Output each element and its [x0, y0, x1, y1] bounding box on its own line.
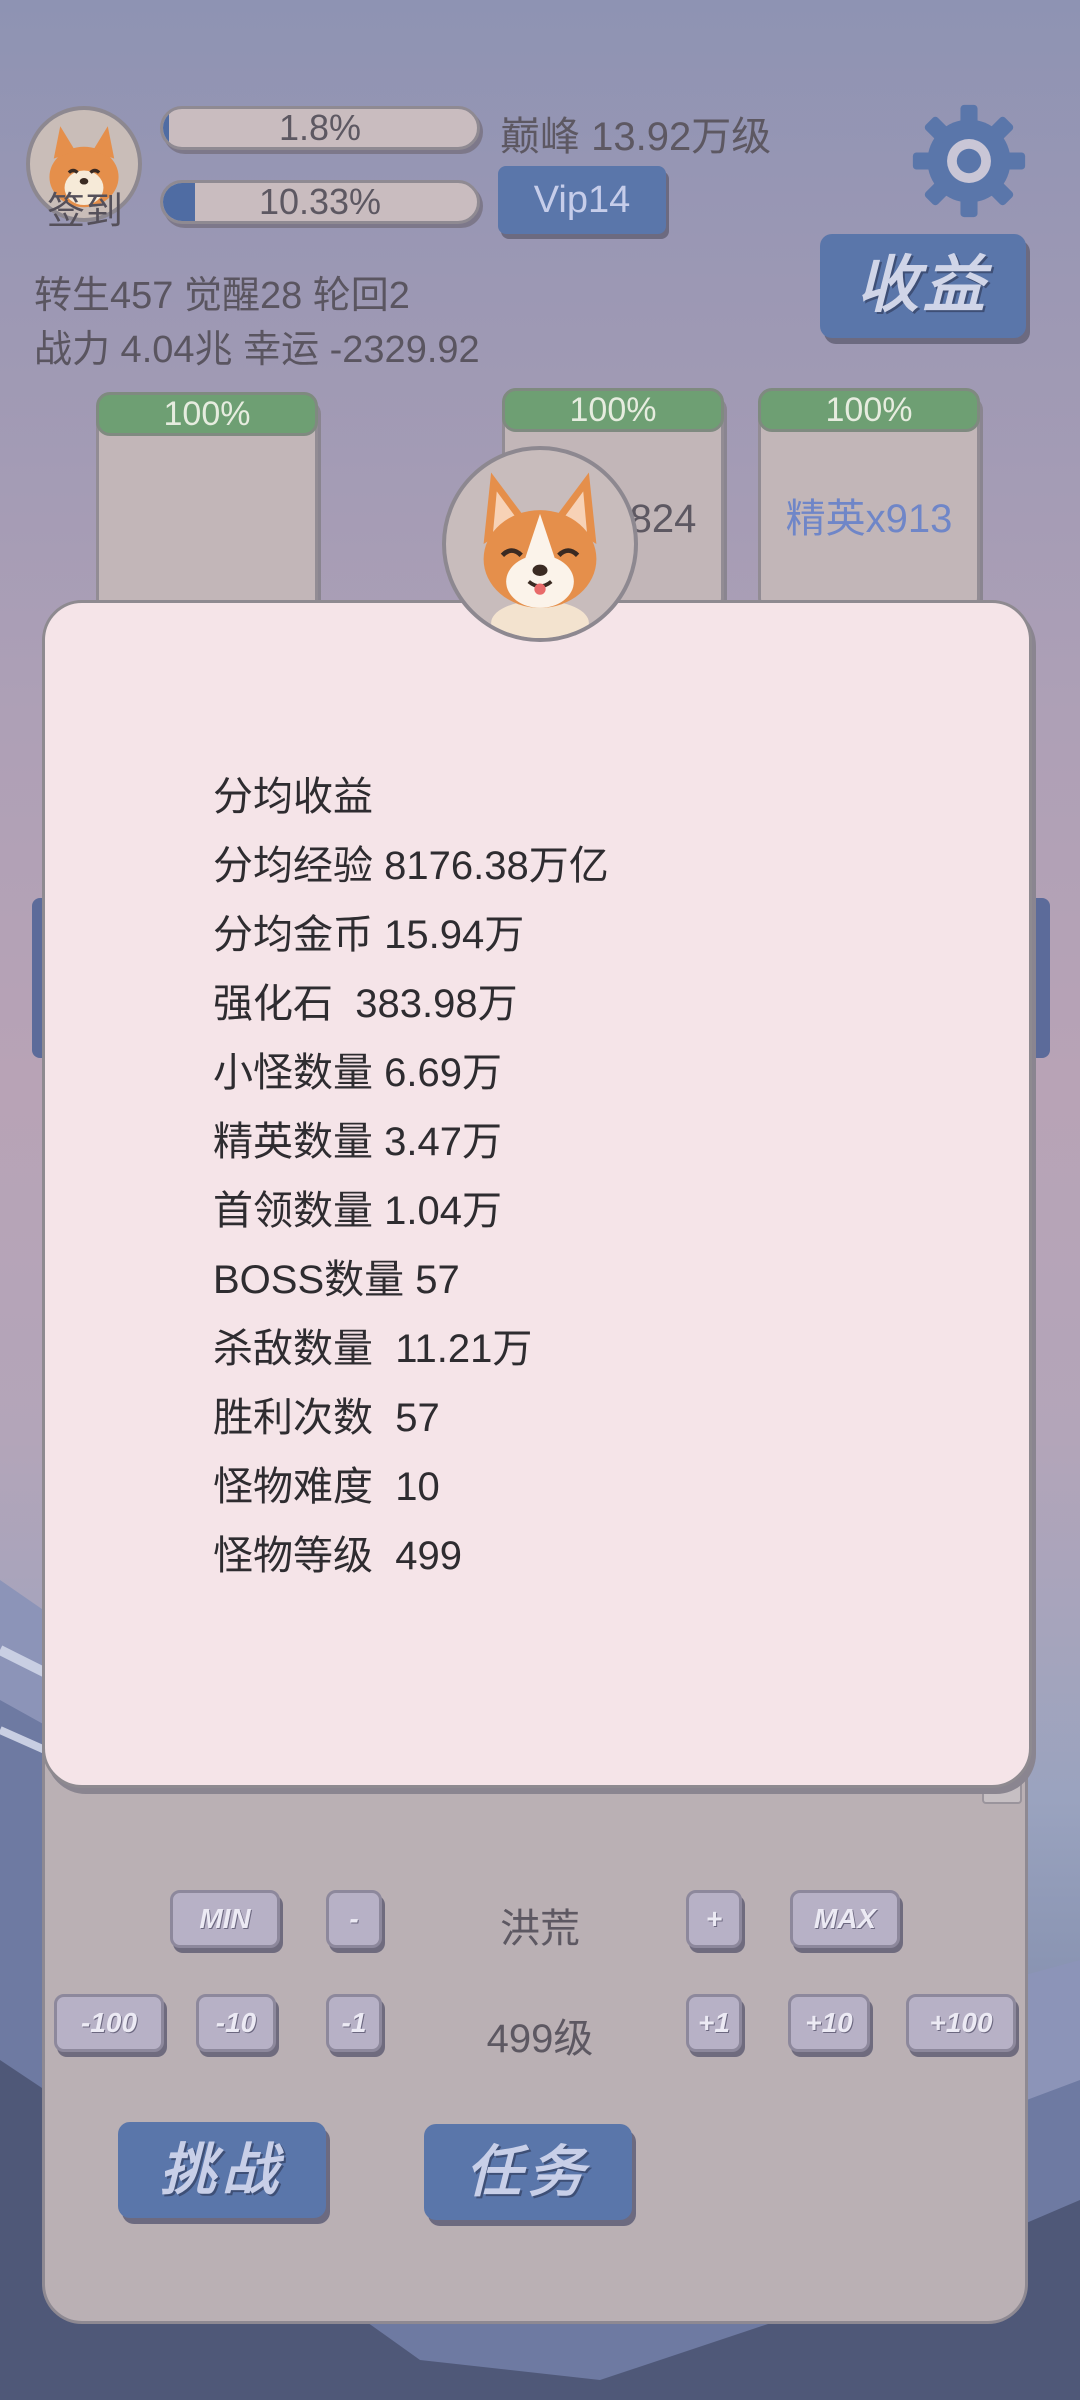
stat-line: 杀敌数量 11.21万 — [213, 1327, 533, 1371]
monster-card-1-health: 100% — [96, 392, 318, 436]
second-progress-text: 10.33% — [258, 181, 382, 222]
level-plus-10-button[interactable]: +10 — [788, 1994, 870, 2052]
exp-progress-text: 1.8% — [278, 107, 362, 148]
max-button[interactable]: MAX — [790, 1890, 900, 1948]
vip-button[interactable]: Vip14 — [498, 166, 666, 234]
level-minus-10-button[interactable]: -10 — [196, 1994, 276, 2052]
stat-line: 分均经验 8176.38万亿 — [213, 844, 609, 888]
income-stats-list: 分均收益 分均经验 8176.38万亿 分均金币 15.94万 强化石 383.… — [213, 763, 609, 1591]
corgi-face-icon — [483, 472, 597, 638]
monster-card-3-label: 精英x913 — [785, 497, 953, 541]
rebirth-stats: 转生457 觉醒28 轮回2 — [34, 275, 410, 317]
stat-line: 怪物难度 10 — [213, 1465, 440, 1509]
level-label: 499级 — [486, 2017, 594, 2061]
stat-line: 怪物等级 499 — [213, 1534, 462, 1578]
stat-line: 首领数量 1.04万 — [213, 1189, 502, 1233]
income-stats-modal[interactable]: 分均收益 分均经验 8176.38万亿 分均金币 15.94万 强化石 383.… — [42, 600, 1032, 1788]
level-minus-100-button[interactable]: -100 — [54, 1994, 164, 2052]
corgi-portrait — [442, 446, 638, 642]
monster-card-2-health: 100% — [502, 388, 724, 432]
challenge-button[interactable]: 挑战 — [118, 2122, 326, 2218]
stat-line: 精英数量 3.47万 — [213, 1120, 502, 1164]
difficulty-plus-button[interactable]: + — [686, 1890, 742, 1948]
exp-progress-bar: 1.8% — [160, 106, 480, 150]
settings-gear-icon[interactable] — [908, 100, 1030, 222]
stat-line: 分均金币 15.94万 — [213, 913, 525, 957]
task-button[interactable]: 任务 — [424, 2124, 632, 2220]
sign-in-label[interactable]: 签到 — [30, 180, 140, 235]
level-plus-1-button[interactable]: +1 — [686, 1994, 742, 2052]
stat-line: 小怪数量 6.69万 — [213, 1051, 502, 1095]
second-progress-bar: 10.33% — [160, 180, 480, 224]
power-luck-stats: 战力 4.04兆 幸运 -2329.92 — [34, 329, 480, 371]
stat-line: 强化石 383.98万 — [213, 982, 518, 1026]
stat-line: 胜利次数 57 — [213, 1396, 440, 1440]
min-button[interactable]: MIN — [170, 1890, 280, 1948]
peak-level-text: 巅峰 13.92万级 — [500, 115, 772, 159]
monster-card-3-health: 100% — [758, 388, 980, 432]
difficulty-label: 洪荒 — [500, 1907, 580, 1951]
income-button[interactable]: 收益 — [820, 234, 1026, 338]
level-minus-1-button[interactable]: -1 — [326, 1994, 382, 2052]
level-plus-100-button[interactable]: +100 — [906, 1994, 1016, 2052]
income-stats-title: 分均收益 — [213, 775, 373, 819]
stat-line: BOSS数量 57 — [213, 1258, 460, 1302]
difficulty-minus-button[interactable]: - — [326, 1890, 382, 1948]
